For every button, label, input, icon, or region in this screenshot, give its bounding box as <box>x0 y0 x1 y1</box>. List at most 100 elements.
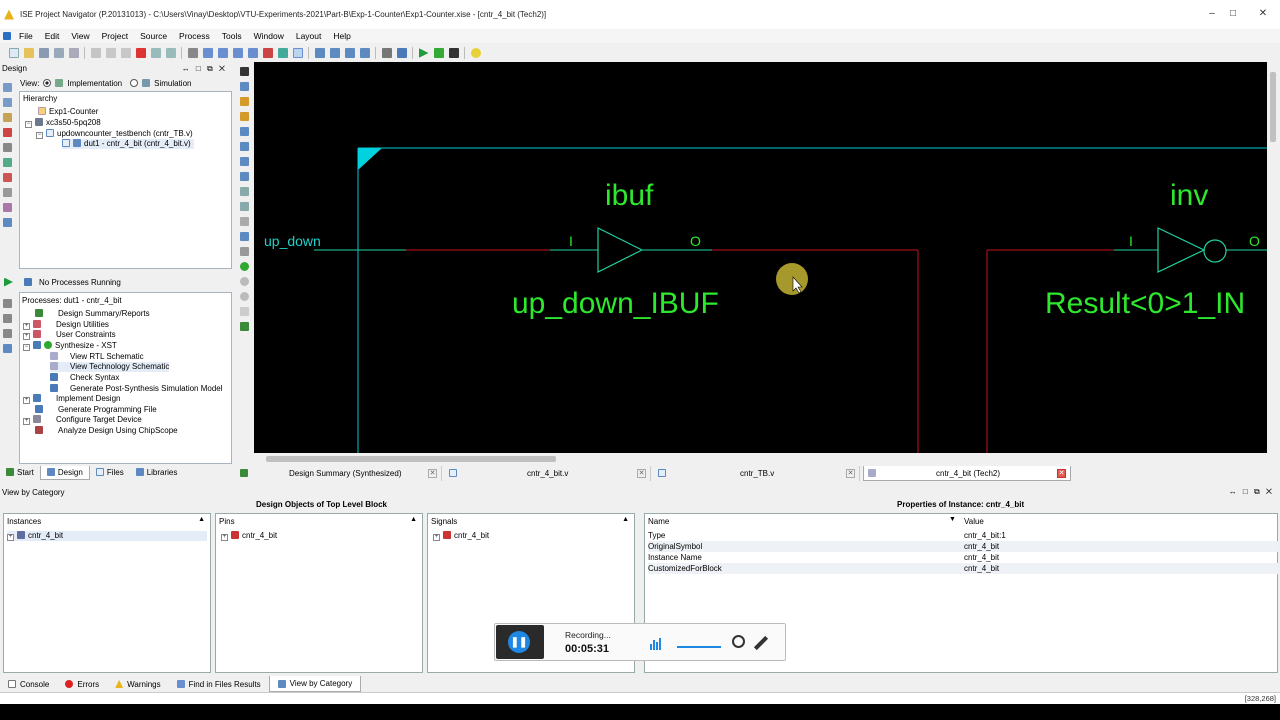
process-tool-icon[interactable] <box>3 344 12 353</box>
sim-radio-label[interactable]: Simulation <box>154 79 191 88</box>
more-icon[interactable] <box>187 48 198 58</box>
process-item[interactable]: + Configure Target Device <box>23 415 142 425</box>
instance-item[interactable]: + cntr_4_bit <box>7 531 207 541</box>
circle-icon[interactable] <box>239 292 249 301</box>
menu-process[interactable]: Process <box>173 31 216 41</box>
property-row[interactable]: Instance Name cntr_4_bit <box>648 552 1278 563</box>
zoom-fit-icon[interactable] <box>232 48 243 58</box>
signal-item[interactable]: + cntr_4_bit <box>433 531 489 541</box>
tab-find-results[interactable]: Find in Files Results <box>169 676 269 692</box>
close-button[interactable]: ✕ <box>1256 8 1270 19</box>
sigma-icon[interactable] <box>433 48 444 58</box>
value-column-header[interactable]: Value <box>964 517 984 526</box>
view-icon[interactable] <box>3 203 12 212</box>
print-icon[interactable] <box>68 48 79 58</box>
open-source-icon[interactable] <box>3 113 12 122</box>
doc-tab-cntr4bit[interactable]: cntr_4_bit.v ✕ <box>445 466 651 481</box>
tab-console[interactable]: Console <box>0 676 57 692</box>
page-icon[interactable] <box>239 217 249 226</box>
process-tool-icon[interactable] <box>3 299 12 308</box>
impl-radio-label[interactable]: Implementation <box>67 79 122 88</box>
help-icon[interactable] <box>396 48 407 58</box>
impl-radio[interactable] <box>43 79 52 87</box>
pin-item[interactable]: + cntr_4_bit <box>221 531 277 541</box>
zoom-selection-icon[interactable] <box>262 48 273 58</box>
refresh-icon[interactable] <box>277 48 288 58</box>
schematic-canvas[interactable]: up_down ibuf I O up_down_IBUF inv I O Re… <box>254 62 1267 453</box>
tile-h-icon[interactable] <box>329 48 340 58</box>
sort-arrow-icon[interactable]: ▼ <box>949 516 956 523</box>
process-item[interactable]: Design Summary/Reports <box>35 309 150 319</box>
menu-project[interactable]: Project <box>96 31 134 41</box>
property-row[interactable]: Type cntr_4_bit:1 <box>648 530 1278 541</box>
delete-icon[interactable] <box>135 48 146 58</box>
zoom-area-icon[interactable] <box>247 48 258 58</box>
go-icon[interactable] <box>239 262 249 271</box>
instances-header[interactable]: Instances <box>7 517 41 526</box>
tree-project[interactable]: Exp1-Counter <box>38 107 98 117</box>
name-column-header[interactable]: Name <box>648 517 669 526</box>
doc-tab-cntrtb[interactable]: cntr_TB.v ✕ <box>654 466 860 481</box>
circle-icon[interactable] <box>239 277 249 286</box>
doc-tab-tech-schematic[interactable]: cntr_4_bit (Tech2) ✕ <box>863 466 1071 481</box>
vertical-scroll-thumb[interactable] <box>1270 72 1276 142</box>
tab-errors[interactable]: Errors <box>57 676 107 692</box>
sort-arrow-icon[interactable]: ▲ <box>410 516 417 523</box>
layer-icon[interactable] <box>239 202 249 211</box>
process-item[interactable]: − Synthesize - XST <box>23 341 117 351</box>
process-item[interactable]: Generate Programming File <box>35 405 157 415</box>
add-copy-icon[interactable] <box>3 98 12 107</box>
expand-icon[interactable]: + <box>23 333 30 340</box>
menu-edit[interactable]: Edit <box>39 31 66 41</box>
properties-icon[interactable] <box>3 143 12 152</box>
expand-icon[interactable]: + <box>23 397 30 404</box>
highlight-icon[interactable] <box>239 97 249 106</box>
lightbulb-icon[interactable] <box>470 48 481 58</box>
run-icon[interactable] <box>418 48 429 58</box>
select-arrow-icon[interactable] <box>239 67 249 76</box>
audio-level-icon[interactable] <box>650 638 662 650</box>
menu-window[interactable]: Window <box>248 31 290 41</box>
process-item[interactable]: + Implement Design <box>23 394 120 404</box>
property-row[interactable]: OriginalSymbol cntr_4_bit <box>648 541 1278 552</box>
collapse-icon[interactable] <box>239 172 249 181</box>
expand-icon[interactable]: + <box>23 418 30 425</box>
menu-help[interactable]: Help <box>327 31 356 41</box>
forward-icon[interactable] <box>239 127 249 136</box>
probe-icon[interactable] <box>448 48 459 58</box>
vertical-scrollbar[interactable] <box>1267 62 1279 453</box>
menu-view[interactable]: View <box>65 31 95 41</box>
new-icon[interactable] <box>8 48 19 58</box>
window-icon[interactable] <box>359 48 370 58</box>
tile-v-icon[interactable] <box>344 48 355 58</box>
back-icon[interactable] <box>239 142 249 151</box>
close-tab-icon[interactable]: ✕ <box>1057 469 1066 478</box>
horizontal-scrollbar[interactable] <box>254 453 1267 464</box>
window-icon-2[interactable] <box>3 218 12 227</box>
lock-icon[interactable] <box>3 188 12 197</box>
save-icon[interactable] <box>38 48 49 58</box>
menu-layout[interactable]: Layout <box>290 31 328 41</box>
tree-device[interactable]: − xc3s50-5pq208 <box>25 118 101 128</box>
cascade-icon[interactable] <box>314 48 325 58</box>
schematic-export-icon[interactable] <box>239 322 249 331</box>
expand-icon[interactable] <box>239 157 249 166</box>
paste-icon[interactable] <box>120 48 131 58</box>
process-tool-icon[interactable] <box>3 329 12 338</box>
close-tab-icon[interactable]: ✕ <box>428 469 437 478</box>
add-source-icon[interactable] <box>3 83 12 92</box>
tab-files[interactable]: Files <box>90 466 130 480</box>
process-item[interactable]: + User Constraints <box>23 330 116 340</box>
panel-controls-icon[interactable]: ↔ □ ⧉ ✕ <box>1229 487 1274 497</box>
tab-design[interactable]: Design <box>39 466 90 480</box>
zoom-in-icon[interactable] <box>202 48 213 58</box>
volume-slider[interactable] <box>677 646 721 648</box>
process-item[interactable]: Generate Post-Synthesis Simulation Model <box>50 384 223 394</box>
layer-icon[interactable] <box>239 187 249 196</box>
person-icon[interactable] <box>239 247 249 256</box>
text-icon[interactable] <box>239 232 249 241</box>
tab-view-by-category[interactable]: View by Category <box>268 676 362 692</box>
module-icon[interactable] <box>3 158 12 167</box>
tab-warnings[interactable]: Warnings <box>107 676 169 692</box>
zoom-icon[interactable] <box>239 82 249 91</box>
